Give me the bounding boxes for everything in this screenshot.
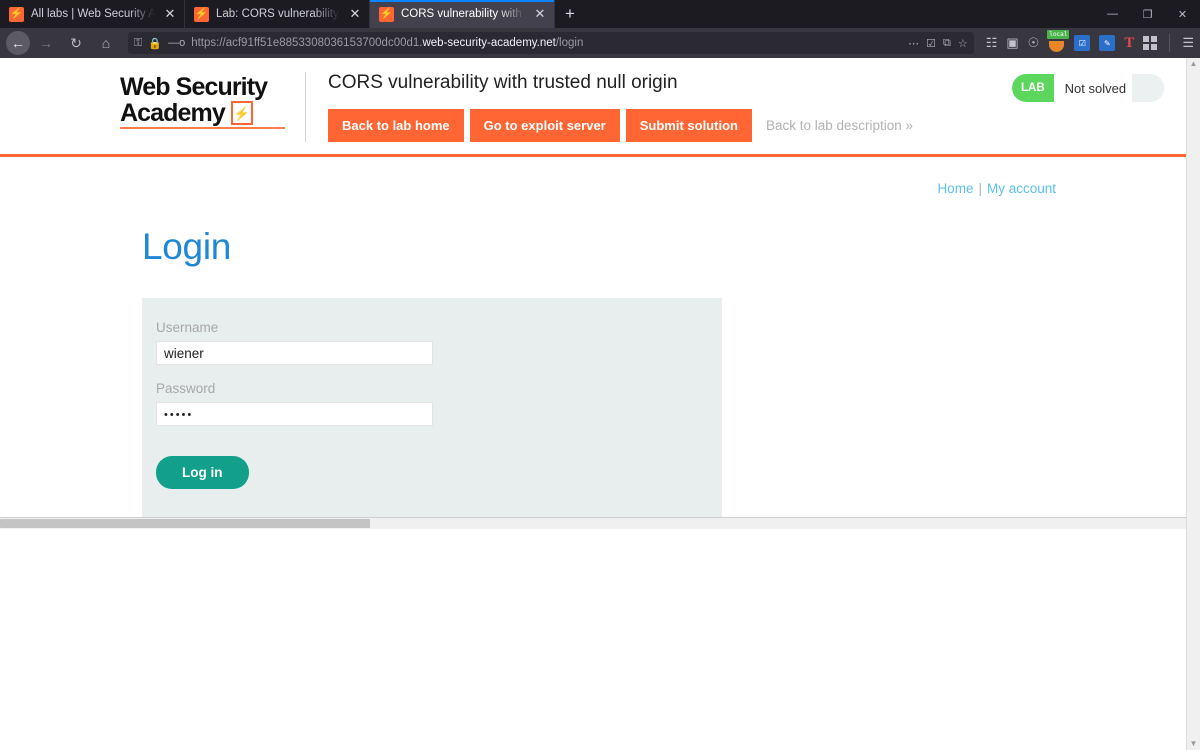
browser-tab-3-active[interactable]: CORS vulnerability with trusted ✕: [370, 0, 555, 28]
browser-tab-2[interactable]: Lab: CORS vulnerability with tru ✕: [185, 0, 370, 28]
forward-icon[interactable]: →: [32, 31, 60, 55]
lab-status-text: Not solved: [1053, 74, 1132, 102]
nav-my-account-link[interactable]: My account: [987, 181, 1056, 196]
local-badge: local: [1047, 29, 1070, 39]
site-top-nav: Home | My account: [22, 181, 1164, 196]
reload-icon[interactable]: ↻: [62, 31, 90, 55]
divider: [305, 72, 306, 142]
back-to-lab-home-button[interactable]: Back to lab home: [328, 109, 464, 142]
permissions-icon[interactable]: —o: [168, 37, 185, 49]
url-bar[interactable]: ⚿ 🔒 —o https://acf91ff51e885330803615370…: [128, 32, 974, 54]
maximize-icon[interactable]: ❐: [1130, 0, 1165, 28]
extension-icon-1[interactable]: ☑: [1074, 35, 1091, 51]
back-icon[interactable]: ←: [6, 31, 30, 55]
nav-separator: |: [978, 181, 982, 196]
local-extension-icon[interactable]: local: [1047, 29, 1070, 52]
url-prefix: https://acf91ff51e8853308036153700dc00d1…: [191, 37, 423, 49]
burp-icon: [194, 6, 209, 22]
logo-underline: [120, 127, 285, 129]
password-label: Password: [156, 381, 216, 396]
vertical-scrollbar[interactable]: ▲ ▼: [1186, 58, 1200, 750]
submit-solution-button[interactable]: Submit solution: [625, 109, 752, 142]
log-in-button[interactable]: Log in: [156, 456, 249, 489]
tab-title: CORS vulnerability with trusted: [401, 8, 525, 20]
lab-action-buttons: Back to lab home Go to exploit server Su…: [328, 109, 1164, 142]
password-input[interactable]: [156, 402, 433, 426]
go-to-exploit-server-button[interactable]: Go to exploit server: [469, 109, 620, 142]
sidebar-icon[interactable]: ▣: [1006, 35, 1018, 51]
lab-header: Web Security Academy CORS vulnerability …: [0, 58, 1186, 157]
tab-strip: All labs | Web Security Academy ✕ Lab: C…: [0, 0, 1200, 28]
nav-home-link[interactable]: Home: [937, 181, 973, 196]
navigation-toolbar: ← → ↻ ⌂ ⚿ 🔒 —o https://acf91ff51e8853308…: [0, 28, 1200, 58]
browser-tab-1[interactable]: All labs | Web Security Academy ✕: [0, 0, 185, 28]
lab-badge: LAB: [1012, 74, 1054, 102]
translate-icon[interactable]: ⧉: [943, 37, 951, 50]
lightning-bolt-icon: [230, 101, 253, 125]
password-field-group: Password: [156, 381, 708, 426]
close-icon[interactable]: ✕: [347, 6, 363, 22]
login-form-panel: Username Password Log in: [142, 298, 722, 517]
close-icon[interactable]: ✕: [532, 6, 548, 22]
window-controls: — ❐ ✕: [1095, 0, 1200, 28]
new-tab-button[interactable]: +: [555, 0, 585, 28]
close-window-icon[interactable]: ✕: [1165, 0, 1200, 28]
library-icon[interactable]: ☷: [986, 35, 998, 51]
scroll-up-icon[interactable]: ▲: [1190, 60, 1198, 68]
url-path: /login: [555, 37, 584, 49]
close-icon[interactable]: ✕: [162, 6, 178, 22]
more-icon[interactable]: ⋯: [908, 37, 919, 50]
logo-line-2: Academy: [120, 99, 226, 127]
web-page: Web Security Academy CORS vulnerability …: [0, 58, 1186, 750]
username-field-group: Username: [156, 320, 708, 365]
lab-status-widget: LAB Not solved: [1012, 74, 1164, 102]
extension-glyph: [1049, 40, 1065, 52]
lab-status-tail: [1132, 74, 1164, 102]
tab-title: All labs | Web Security Academy: [31, 8, 155, 20]
url-text: https://acf91ff51e8853308036153700dc00d1…: [191, 37, 902, 49]
minimize-icon[interactable]: —: [1095, 0, 1130, 28]
academy-logo[interactable]: Web Security Academy: [120, 72, 305, 129]
app-menu-icon[interactable]: ☰: [1182, 35, 1194, 51]
divider: [1169, 34, 1171, 52]
logo-line-1: Web Security: [120, 73, 268, 101]
account-icon[interactable]: ☉: [1028, 35, 1040, 51]
url-actions: ⋯ ☑ ⧉ ☆: [908, 37, 968, 50]
lock-icon[interactable]: 🔒: [148, 37, 162, 50]
toolbar-icons: ☷ ▣ ☉ local ☑ ✎ T ☰: [982, 29, 1194, 52]
page-viewport: Web Security Academy CORS vulnerability …: [0, 58, 1200, 750]
shield-icon[interactable]: ⚿: [134, 37, 142, 50]
url-domain: web-security-academy.net: [422, 37, 556, 49]
back-to-lab-description-link[interactable]: Back to lab description »: [766, 118, 913, 133]
browser-window: All labs | Web Security Academy ✕ Lab: C…: [0, 0, 1200, 750]
tab-title: Lab: CORS vulnerability with tru: [216, 8, 340, 20]
burp-icon: [379, 6, 394, 22]
text-extension-icon[interactable]: T: [1124, 35, 1134, 52]
username-label: Username: [156, 320, 219, 335]
reader-mode-icon[interactable]: ☑: [926, 37, 936, 50]
scroll-down-icon[interactable]: ▼: [1190, 740, 1198, 748]
extension-icon-2[interactable]: ✎: [1099, 35, 1116, 51]
page-content: Home | My account Login Username Password …: [0, 157, 1186, 517]
username-input[interactable]: [156, 341, 433, 365]
logo-line-2-row: Academy: [120, 100, 305, 126]
lab-header-inner: Web Security Academy CORS vulnerability …: [0, 72, 1186, 154]
home-icon[interactable]: ⌂: [92, 31, 120, 55]
burp-icon: [9, 6, 24, 22]
horizontal-scrollbar[interactable]: [0, 517, 1186, 529]
bookmark-star-icon[interactable]: ☆: [958, 37, 968, 50]
extensions-grid-icon[interactable]: [1143, 36, 1158, 50]
page-title: Login: [142, 226, 232, 267]
horizontal-scrollbar-thumb[interactable]: [0, 519, 370, 528]
